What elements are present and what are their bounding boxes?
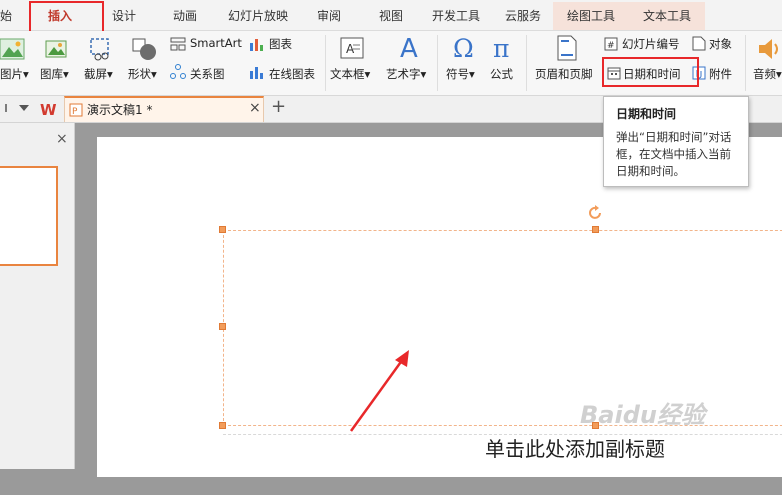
header-footer-button[interactable]: 页眉和页脚 — [535, 66, 593, 82]
slide-thumbnail[interactable] — [0, 166, 58, 266]
object-icon — [692, 36, 706, 54]
tab-text-tools[interactable]: 文本工具 — [643, 0, 691, 30]
audio-button[interactable]: 音频▾ — [753, 66, 782, 82]
tab-cloud[interactable]: 云服务 — [505, 0, 541, 30]
svg-text:P: P — [72, 107, 78, 117]
formula-button[interactable]: 公式 — [490, 66, 513, 82]
tab-developer[interactable]: 开发工具 — [432, 0, 480, 30]
speaker-audio-icon — [757, 37, 781, 64]
ribbon-divider — [526, 35, 527, 91]
wps-logo-icon: W — [40, 100, 60, 121]
relation-button[interactable]: 关系图 — [190, 66, 225, 82]
wordart-icon: A — [397, 33, 423, 64]
highlight-date-time-button — [602, 57, 699, 87]
tab-start[interactable]: 始 — [0, 0, 12, 30]
close-icon[interactable]: × — [249, 100, 261, 116]
gallery-icon — [44, 37, 70, 64]
screenshot-button[interactable]: 截屏▾ — [84, 66, 113, 82]
ribbon-divider — [325, 35, 326, 91]
resize-handle[interactable] — [219, 323, 226, 330]
shapes-button[interactable]: 形状▾ — [128, 66, 157, 82]
ribbon-divider — [745, 35, 746, 91]
chart-button[interactable]: 图表 — [269, 36, 292, 52]
object-button[interactable]: 对象 — [709, 36, 732, 52]
wordart-button[interactable]: 艺术字▾ — [386, 66, 426, 82]
shapes-icon — [131, 37, 159, 64]
smartart-icon — [170, 37, 186, 54]
resize-handle[interactable] — [219, 226, 226, 233]
pi-formula-icon: π — [492, 33, 518, 64]
header-footer-icon — [557, 35, 577, 64]
symbol-button[interactable]: 符号▾ — [446, 66, 475, 82]
slide-number-icon: # — [604, 37, 618, 54]
textbox-button[interactable]: 文本框▾ — [330, 66, 370, 82]
close-icon[interactable]: × — [56, 131, 68, 147]
presentation-file-icon: P — [69, 103, 83, 117]
watermark-logo: Baidu经验 — [580, 401, 705, 429]
resize-handle[interactable] — [219, 422, 226, 429]
resize-handle[interactable] — [592, 226, 599, 233]
attachment-button[interactable]: 附件 — [709, 66, 732, 82]
ribbon-tab-bar: 始 插入 设计 动画 幻灯片放映 审阅 视图 开发工具 云服务 绘图工具 文本工… — [0, 0, 782, 31]
omega-symbol-icon: Ω — [452, 33, 478, 64]
tab-animation[interactable]: 动画 — [173, 0, 197, 30]
tab-slideshow[interactable]: 幻灯片放映 — [228, 0, 288, 30]
online-chart-icon — [249, 65, 265, 82]
svg-text:Ω: Ω — [453, 34, 474, 61]
smartart-button[interactable]: SmartArt — [190, 36, 242, 50]
document-title: 演示文稿1 * — [87, 103, 153, 117]
chart-icon — [249, 37, 265, 54]
add-tab-icon[interactable]: + — [271, 96, 286, 117]
picture-icon — [0, 37, 26, 64]
online-chart-button[interactable]: 在线图表 — [269, 66, 315, 82]
gallery-button[interactable]: 图库▾ — [40, 66, 69, 82]
relation-icon — [170, 64, 186, 83]
textbox-icon: A — [340, 37, 366, 64]
tooltip-date-time: 日期和时间 弹出“日期和时间”对话框，在文档中插入当前日期和时间。 — [603, 96, 749, 187]
svg-text:#: # — [607, 41, 615, 51]
tab-document[interactable]: P 演示文稿1 * × — [64, 96, 264, 122]
tab-design[interactable]: 设计 — [112, 0, 136, 30]
svg-text:A: A — [400, 34, 418, 61]
annotation-arrow-icon — [349, 350, 409, 432]
slide-thumbnail-pane: × — [0, 123, 75, 469]
svg-text:W: W — [40, 101, 57, 118]
ribbon-divider — [437, 35, 438, 91]
tab-drawing-tools[interactable]: 绘图工具 — [567, 0, 615, 30]
slide-number-button[interactable]: 幻灯片编号 — [622, 36, 680, 52]
picture-button[interactable]: 图片▾ — [0, 66, 29, 82]
tooltip-body: 弹出“日期和时间”对话框，在文档中插入当前日期和时间。 — [616, 130, 732, 178]
svg-text:π: π — [493, 34, 509, 61]
subtitle-placeholder-text[interactable]: 单击此处添加副标题 — [485, 433, 665, 462]
tab-view[interactable]: 视图 — [379, 0, 403, 30]
screenshot-icon — [88, 36, 114, 65]
tab-review[interactable]: 审阅 — [317, 0, 341, 30]
chevron-down-icon[interactable] — [18, 102, 30, 117]
chevron-left-icon[interactable] — [4, 100, 14, 116]
tooltip-title: 日期和时间 — [616, 107, 677, 121]
slide-canvas[interactable]: 单击此处添加副标题 Baidu经验 — [97, 137, 782, 477]
rotate-handle-icon[interactable] — [588, 205, 604, 224]
